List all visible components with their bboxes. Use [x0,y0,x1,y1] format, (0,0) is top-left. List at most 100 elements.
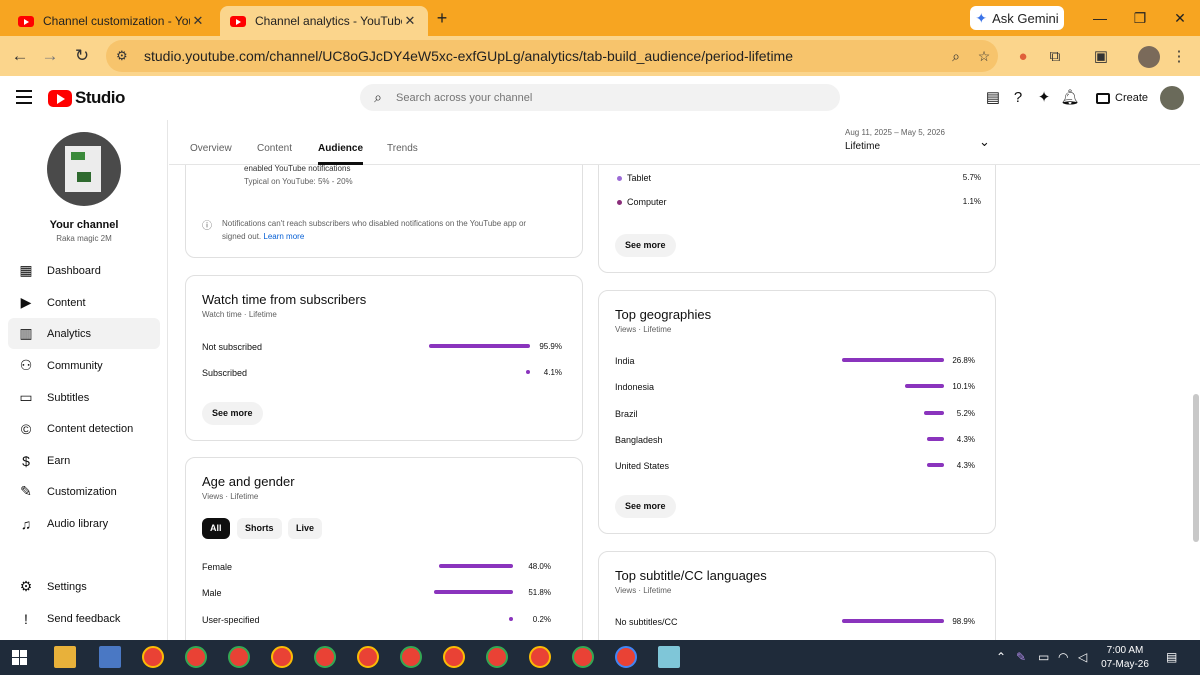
browser-tab-customization[interactable]: Channel customization - YouTube Studio ✕ [8,6,216,36]
row-label: United States [615,461,670,471]
close-window-icon[interactable]: ✕ [1162,6,1198,30]
chrome-icon[interactable] [357,646,379,668]
period-selector[interactable]: Aug 11, 2025 – May 5, 2026 Lifetime [845,128,945,152]
learn-more-link[interactable]: Learn more [263,232,304,241]
system-clock[interactable]: 7:00 AM 07-May-26 [1098,644,1152,672]
search-icon: ⌕ [374,89,382,105]
youtube-icon [230,15,246,27]
notifications-note-2-text: signed out. [222,232,262,241]
profile-icon[interactable] [1138,46,1160,68]
sidebar-item-send-feedback[interactable]: ! Send feedback [8,603,160,634]
zoom-icon[interactable]: ⌕ [942,48,970,65]
notes-app-icon[interactable] [658,646,680,668]
sidebar-item-audio-library[interactable]: ♫ Audio library [8,508,160,539]
calculator-icon[interactable] [99,646,121,668]
chrome-icon[interactable] [271,646,293,668]
chrome-icon[interactable] [142,646,164,668]
sidebar-item-content[interactable]: ▶ Content [8,287,160,318]
row-value: 95.9% [539,342,562,351]
tab-content[interactable]: Content [257,143,292,154]
sidebar-item-label: Subtitles [47,391,90,404]
row-label: No subtitles/CC [615,617,678,627]
sidebar-item-content-detection[interactable]: © Content detection [8,413,160,444]
chrome-icon[interactable] [314,646,336,668]
pen-icon[interactable]: ✎ [1016,650,1026,664]
battery-icon[interactable]: ▭ [1038,650,1049,664]
period-label: Lifetime [845,141,881,152]
notifications-bell-icon[interactable]: 🔔︎ [1060,88,1080,108]
row-value: 5.7% [962,173,981,182]
tab-audience[interactable]: Audience [318,143,364,165]
sidebar-item-earn[interactable]: $ Earn [8,445,160,476]
tab-overview[interactable]: Overview [190,143,232,154]
puzzle-icon[interactable]: ⧉ [1044,46,1066,68]
chrome-icon[interactable] [529,646,551,668]
chrome-icon[interactable] [400,646,422,668]
help-icon[interactable]: ? [1008,88,1028,108]
scrollbar-thumb[interactable] [1193,394,1199,542]
content-icon: ▶ [20,294,32,310]
chip-shorts[interactable]: Shorts [237,518,282,539]
search-input[interactable] [396,91,796,104]
chrome-icon[interactable] [443,646,465,668]
see-more-button[interactable]: See more [615,495,676,518]
chrome-icon[interactable] [228,646,250,668]
see-more-button[interactable]: See more [202,402,263,425]
sidebar-item-customization[interactable]: ✎ Customization [8,476,160,507]
new-tab-button[interactable]: + [432,8,452,28]
bookmark-star-icon[interactable]: ☆ [970,48,998,65]
back-icon[interactable]: ← [8,44,32,68]
sidebar-item-settings[interactable]: ⚙ Settings [8,571,160,602]
chrome-icon[interactable] [185,646,207,668]
chrome-icon[interactable] [572,646,594,668]
browser-tab-analytics[interactable]: Channel analytics - YouTube Studio ✕ [220,6,428,36]
studio-logo[interactable]: Studio [48,88,125,108]
chip-live[interactable]: Live [288,518,323,539]
address-bar[interactable]: ⚙ studio.youtube.com/channel/UC8oGJcDY4e… [106,40,998,72]
windows-start-icon[interactable] [12,650,28,666]
reading-list-icon[interactable]: ▣ [1090,46,1112,68]
channel-name: Raka magic 2M [56,234,112,243]
row-value: 4.3% [956,435,975,444]
chrome-icon[interactable] [486,646,508,668]
hamburger-icon[interactable] [16,90,32,104]
ask-gemini-button[interactable]: ✦ Ask Gemini [970,6,1064,30]
url-text[interactable]: studio.youtube.com/channel/UC8oGJcDY4eW5… [144,48,942,64]
volume-icon[interactable]: ◁ [1078,650,1087,664]
extension-icon[interactable]: ● [1012,46,1034,68]
sidebar-item-label: Content [47,296,86,309]
notification-center-icon[interactable]: ▤ [1166,650,1177,664]
menu-dots-icon[interactable]: ⋮ [1168,46,1190,68]
legend-dot [617,176,622,181]
close-icon[interactable]: ✕ [190,13,206,29]
reload-icon[interactable]: ↻ [70,44,94,68]
sidebar-item-subtitles[interactable]: ▭ Subtitles [8,382,160,413]
sidebar-item-analytics[interactable]: ▥ Analytics [8,318,160,349]
chip-all[interactable]: All [202,518,230,539]
wifi-icon[interactable]: ◠ [1058,650,1068,664]
chevron-up-icon[interactable]: ⌃ [996,650,1006,664]
see-more-button[interactable]: See more [615,234,676,257]
bar [842,619,944,623]
chrome-icon[interactable] [615,646,637,668]
sparkle-icon[interactable]: ✦ [1034,88,1054,108]
sidebar-item-label: Audio library [47,517,109,530]
account-avatar[interactable] [1160,86,1184,110]
messages-icon[interactable]: ▤ [983,88,1003,108]
create-button[interactable]: Create [1088,86,1156,110]
channel-search[interactable]: ⌕ [360,84,840,111]
row-label: Bangladesh [615,435,663,445]
file-explorer-icon[interactable] [54,646,76,668]
chevron-down-icon[interactable]: ⌄ [979,134,990,150]
sidebar-item-dashboard[interactable]: ▦ Dashboard [8,255,160,286]
taskbar: ⌃ ✎ ▭ ◠ ◁ 7:00 AM 07-May-26 ▤ [0,640,1200,675]
browser-tabstrip: Channel customization - YouTube Studio ✕… [0,0,1200,36]
channel-avatar[interactable] [47,132,121,206]
site-info-icon[interactable]: ⚙ [116,48,134,64]
restore-icon[interactable]: ❐ [1122,6,1158,30]
sidebar-item-community[interactable]: ⚇ Community [8,350,160,381]
tab-trends[interactable]: Trends [387,143,418,154]
forward-icon[interactable]: → [38,44,62,68]
minimize-icon[interactable]: — [1082,6,1118,30]
close-icon[interactable]: ✕ [402,13,418,29]
